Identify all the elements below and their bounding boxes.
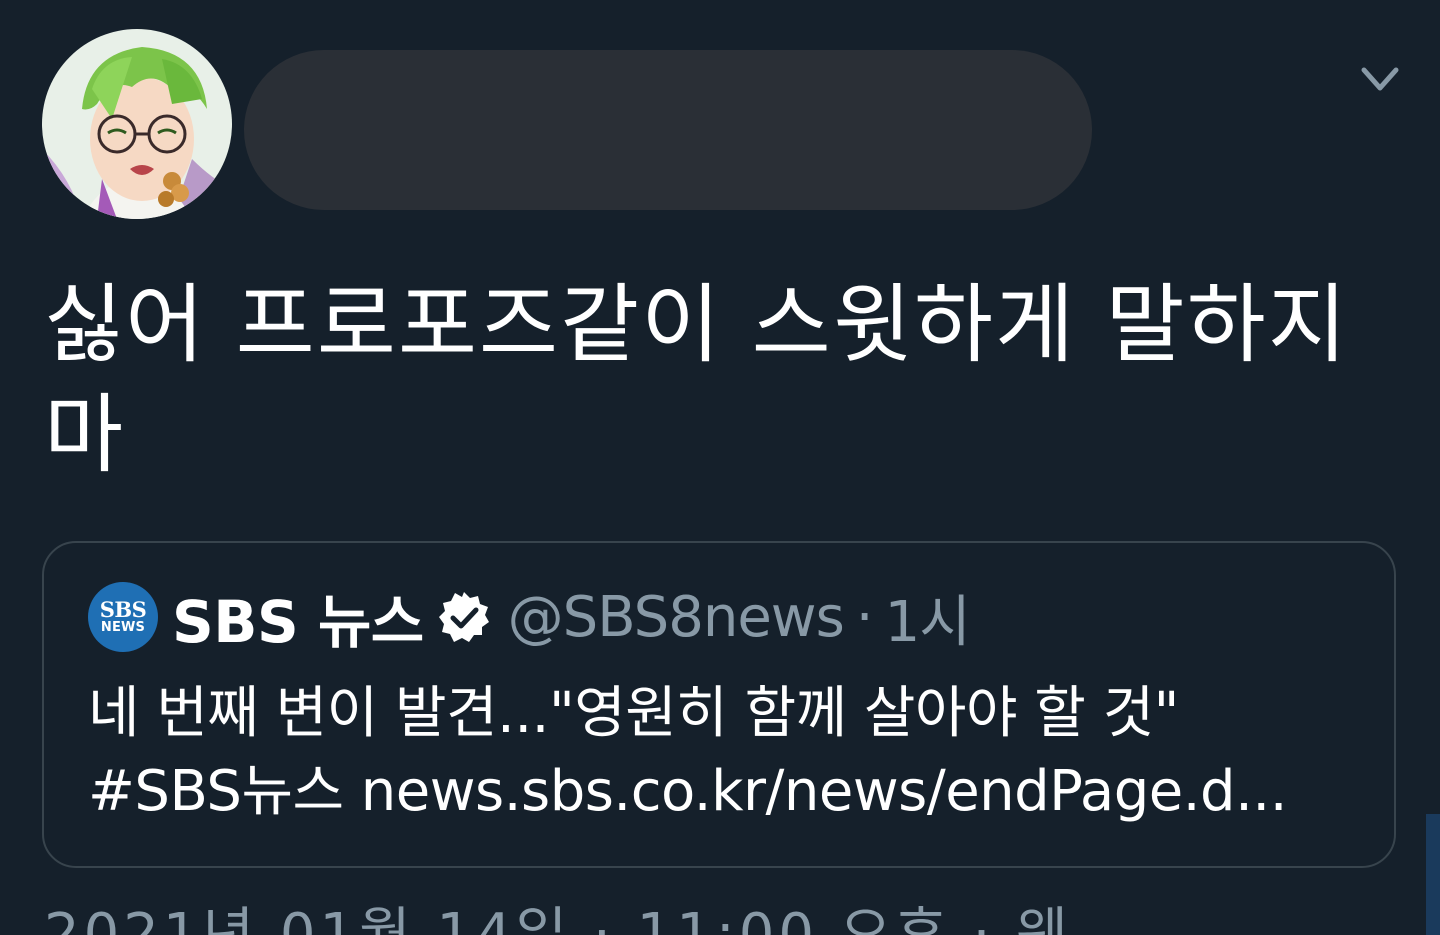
tweet-timestamp[interactable]: 2021년 01월 14일 · 11:00 오후 · 웨 — [44, 900, 1072, 935]
sbs-logo-subtext: NEWS — [100, 619, 146, 635]
verified-badge-icon — [438, 592, 489, 642]
user-avatar-image — [42, 29, 232, 219]
chevron-down-icon[interactable] — [1356, 62, 1404, 98]
quoted-handle[interactable]: @SBS8news — [508, 585, 845, 650]
sbs-logo-text: SBS — [99, 596, 147, 622]
sbs-news-logo-avatar[interactable]: SBS NEWS — [88, 582, 158, 652]
author-name-redaction — [244, 50, 1092, 210]
quoted-tweet-header: SBS NEWS SBS 뉴스 @SBS8news · 1시 — [88, 577, 971, 658]
author-avatar[interactable] — [42, 29, 232, 219]
separator-dot: · — [855, 584, 874, 650]
quoted-tweet-card[interactable]: SBS NEWS SBS 뉴스 @SBS8news · 1시 네 번째 변이 발… — [42, 541, 1396, 868]
tweet-detail-view: 싫어 프로포즈같이 스윗하게 말하지 마 SBS NEWS SBS 뉴스 @SB… — [0, 0, 1440, 935]
tweet-text: 싫어 프로포즈같이 스윗하게 말하지 마 — [44, 275, 1349, 485]
quoted-display-name[interactable]: SBS 뉴스 — [172, 575, 424, 659]
quoted-text-line-1: 네 번째 변이 발견..."영원히 함께 살아야 할 것" — [88, 681, 1179, 746]
quoted-tweet-body: 네 번째 변이 발견..."영원히 함께 살아야 할 것" #SBS뉴스 new… — [88, 675, 1368, 831]
quoted-time[interactable]: 1시 — [885, 577, 971, 658]
scrollbar-thumb[interactable] — [1426, 814, 1440, 935]
quoted-text-line-2[interactable]: #SBS뉴스 news.sbs.co.kr/news/endPage.d... — [88, 753, 1368, 831]
